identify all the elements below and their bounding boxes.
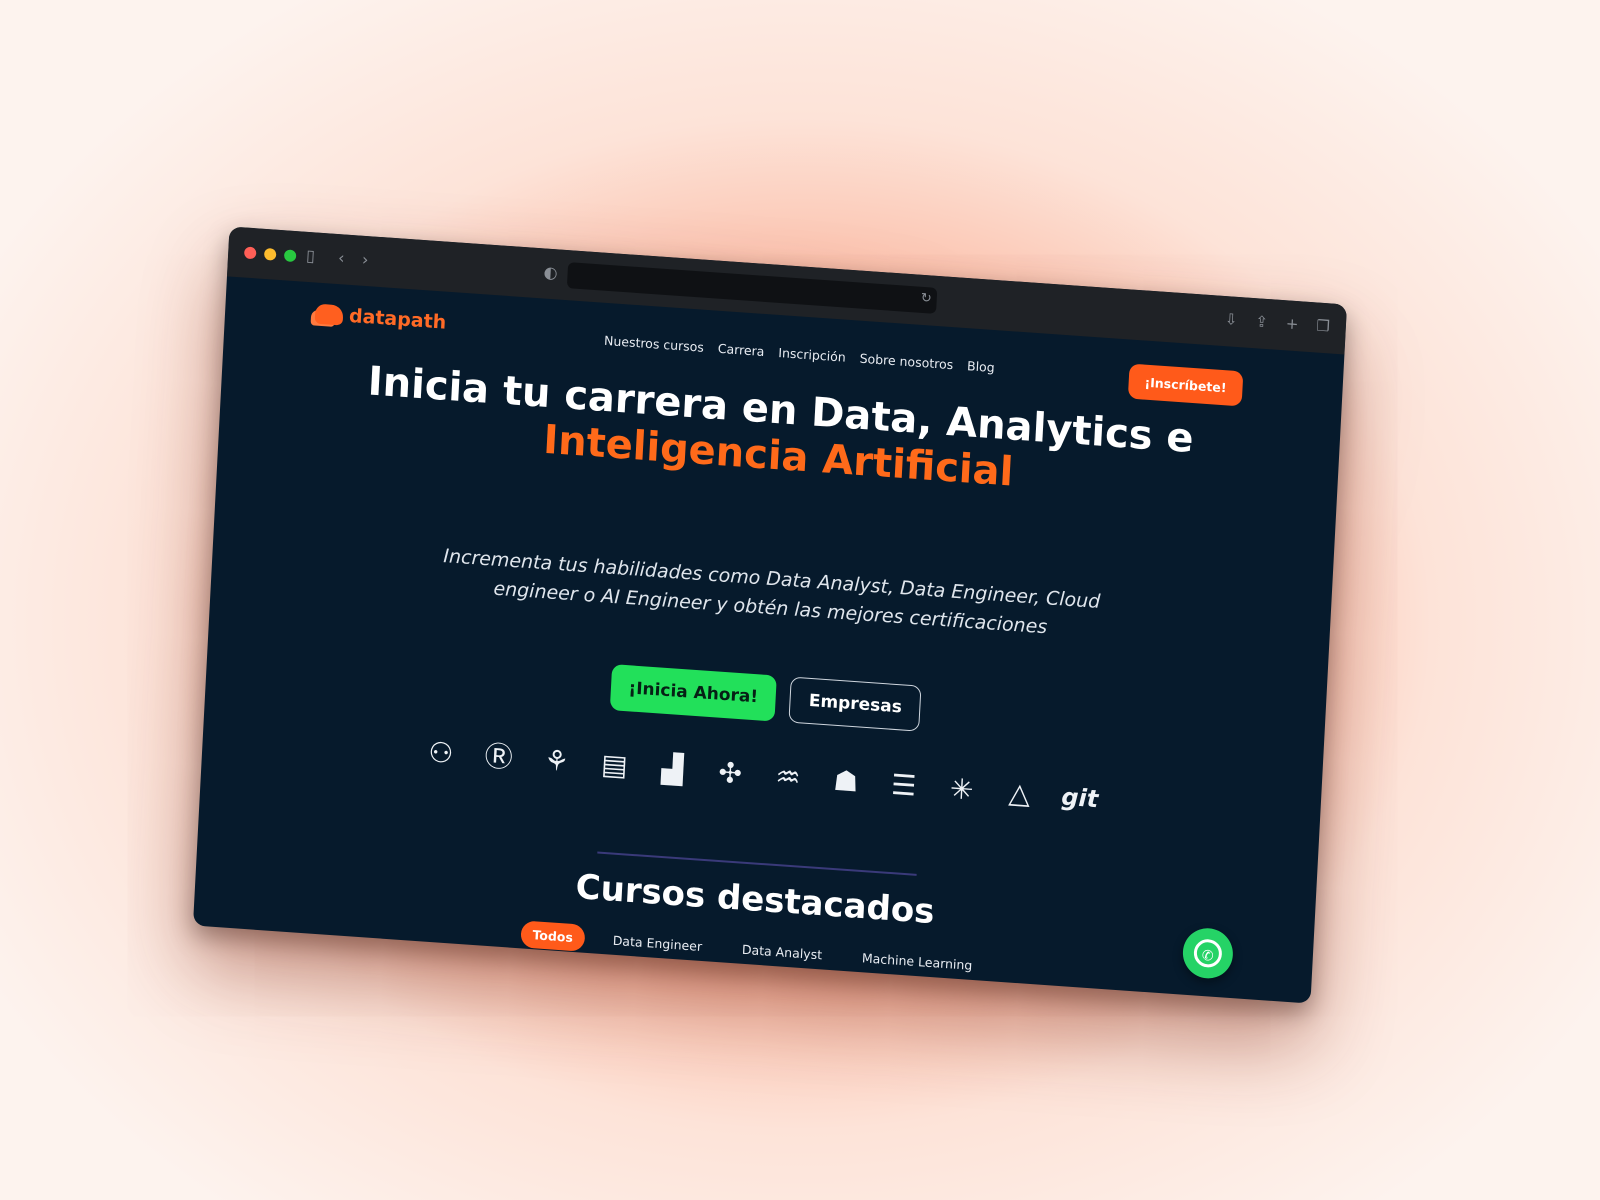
filter-machine-learning[interactable]: Machine Learning xyxy=(849,943,985,979)
filter-data-engineer[interactable]: Data Engineer xyxy=(600,926,715,961)
layers-icon: ☰ xyxy=(890,767,918,803)
hive-icon: ⚘ xyxy=(543,743,570,779)
inscribete-button[interactable]: ¡Inscríbete! xyxy=(1127,363,1244,407)
tableau-icon: ✣ xyxy=(717,755,743,791)
main-nav: Nuestros cursos Carrera Inscripción Sobr… xyxy=(604,333,995,375)
maximize-window-button[interactable] xyxy=(283,249,297,263)
nav-item-sobre-nosotros[interactable]: Sobre nosotros xyxy=(859,351,953,373)
mysql-icon: ♒ xyxy=(774,759,802,795)
reload-icon[interactable]: ↻ xyxy=(920,289,932,310)
sidebar-icon[interactable]: ▯ xyxy=(306,246,316,267)
download-icon[interactable]: ⇩ xyxy=(1224,310,1237,329)
nav-item-nuestros-cursos[interactable]: Nuestros cursos xyxy=(604,333,705,355)
shield-icon[interactable]: ◐ xyxy=(543,262,558,283)
filter-data-analyst[interactable]: Data Analyst xyxy=(729,935,834,969)
inicia-ahora-button[interactable]: ¡Inicia Ahora! xyxy=(609,664,778,722)
azure-icon: △ xyxy=(1007,776,1032,811)
browser-window: ▯ ‹ › ◐ ↻ ⇩ ⇪ + ❐ datapath Nuestros curs… xyxy=(192,226,1348,1004)
bi-report-icon: ▤ xyxy=(600,747,629,783)
cloud-logo-icon xyxy=(314,303,344,326)
toolbar-right-icons: ⇩ ⇪ + ❐ xyxy=(1224,310,1330,335)
git-icon: git xyxy=(1060,782,1099,814)
docker-icon: ☗ xyxy=(832,763,860,799)
chevron-left-icon[interactable]: ‹ xyxy=(338,248,345,268)
site-logo[interactable]: datapath xyxy=(314,303,447,334)
nav-item-blog[interactable]: Blog xyxy=(967,358,995,375)
hero-subtitle: Incrementa tus habilidades como Data Ana… xyxy=(442,545,1101,638)
filter-todos[interactable]: Todos xyxy=(519,920,586,952)
power-bi-icon: ▟ xyxy=(660,751,684,787)
nav-item-carrera[interactable]: Carrera xyxy=(717,341,764,359)
empresas-button[interactable]: Empresas xyxy=(788,676,922,732)
share-icon[interactable]: ⇪ xyxy=(1255,312,1268,331)
r-icon: Ⓡ xyxy=(483,739,514,775)
page-content: datapath Nuestros cursos Carrera Inscrip… xyxy=(193,276,1344,1003)
tabs-icon[interactable]: ❐ xyxy=(1316,316,1330,335)
minimize-window-button[interactable] xyxy=(263,247,277,261)
nav-item-inscripcion[interactable]: Inscripción xyxy=(778,345,846,365)
window-controls xyxy=(243,246,297,263)
close-window-button[interactable] xyxy=(243,246,257,260)
plus-icon[interactable]: + xyxy=(1285,314,1298,333)
snowflake-icon: ✳ xyxy=(949,771,975,807)
python-icon: ⚇ xyxy=(427,735,455,771)
whatsapp-icon: ✆ xyxy=(1193,938,1223,969)
chevron-right-icon[interactable]: › xyxy=(362,250,369,270)
logo-text: datapath xyxy=(348,304,447,334)
